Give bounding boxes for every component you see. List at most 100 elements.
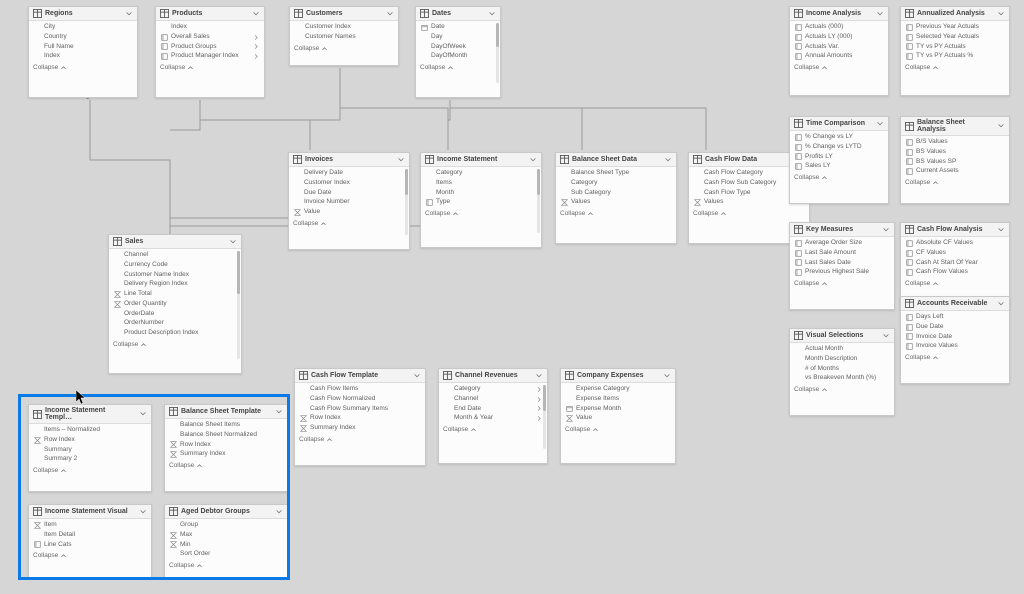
- field-row[interactable]: OrderNumber: [112, 319, 238, 328]
- table-card-income_analysis[interactable]: Income AnalysisActuals (000)Actuals LY (…: [789, 6, 889, 96]
- field-row[interactable]: Balance Sheet Items: [168, 421, 284, 430]
- field-row[interactable]: Last Sales Date: [793, 259, 891, 268]
- field-row[interactable]: Actuals (000): [793, 23, 885, 32]
- field-row[interactable]: Customer Index: [292, 179, 406, 188]
- field-row[interactable]: Product Manager Index: [159, 52, 261, 61]
- field-row[interactable]: Row Index: [32, 436, 148, 445]
- collapse-link[interactable]: Collapse: [790, 278, 894, 290]
- chevron-down-icon[interactable]: [528, 155, 537, 164]
- table-card-accounts_receivable[interactable]: Accounts ReceivableDays LeftDue DateInvo…: [900, 296, 1010, 384]
- table-header[interactable]: Income Statement Templ…: [29, 405, 151, 424]
- table-card-income_statement_visual[interactable]: Income Statement VisualItemItem DetailLi…: [28, 504, 152, 578]
- table-card-balance_sheet_analysis[interactable]: Balance Sheet AnalysisB/S ValuesBS Value…: [900, 116, 1010, 204]
- field-row[interactable]: Country: [32, 33, 134, 42]
- table-header[interactable]: Aged Debtor Groups: [165, 505, 287, 519]
- scrollbar[interactable]: [543, 385, 546, 449]
- collapse-link[interactable]: Collapse: [295, 434, 425, 446]
- collapse-link[interactable]: Collapse: [901, 177, 1009, 189]
- chevron-down-icon[interactable]: [997, 122, 1005, 131]
- field-row[interactable]: Invoice Number: [292, 198, 406, 207]
- chevron-down-icon[interactable]: [534, 371, 543, 380]
- field-row[interactable]: Summary: [32, 446, 148, 455]
- field-row[interactable]: Expense Month: [564, 405, 672, 414]
- field-row[interactable]: Row Index: [298, 414, 422, 423]
- field-row[interactable]: DayOfWeek: [419, 43, 497, 52]
- field-row[interactable]: Profits LY: [793, 153, 885, 162]
- table-card-income_statement[interactable]: Income StatementCategoryItemsMonthTypeCo…: [420, 152, 542, 248]
- collapse-link[interactable]: Collapse: [439, 424, 547, 436]
- table-card-time_comparison[interactable]: Time Comparison% Change vs LY% Change vs…: [789, 116, 889, 204]
- field-row[interactable]: Cash At Start Of Year: [904, 259, 1006, 268]
- table-header[interactable]: Balance Sheet Data: [556, 153, 676, 167]
- table-card-balance_sheet_data[interactable]: Balance Sheet DataBalance Sheet TypeCate…: [555, 152, 677, 244]
- field-row[interactable]: vs Breakeven Month (%): [793, 374, 891, 383]
- chevron-down-icon[interactable]: [996, 299, 1005, 308]
- table-header[interactable]: Annualized Analysis: [901, 7, 1009, 21]
- field-row[interactable]: End Date: [442, 405, 544, 414]
- chevron-down-icon[interactable]: [881, 225, 890, 234]
- collapse-link[interactable]: Collapse: [790, 172, 888, 184]
- collapse-link[interactable]: Collapse: [901, 62, 1009, 74]
- field-row[interactable]: Type: [424, 198, 538, 207]
- table-header[interactable]: Income Statement Visual: [29, 505, 151, 519]
- chevron-right-icon[interactable]: [252, 33, 260, 41]
- field-row[interactable]: # of Months: [793, 365, 891, 374]
- field-row[interactable]: Annual Amounts: [793, 52, 885, 61]
- chevron-down-icon[interactable]: [875, 119, 884, 128]
- field-row[interactable]: Values: [559, 198, 673, 207]
- field-row[interactable]: Last Sale Amount: [793, 249, 891, 258]
- chevron-down-icon[interactable]: [385, 9, 394, 18]
- field-row[interactable]: % Change vs LY: [793, 133, 885, 142]
- field-row[interactable]: Balance Sheet Normalized: [168, 431, 284, 440]
- field-row[interactable]: Sub Category: [559, 189, 673, 198]
- field-row[interactable]: Month: [424, 189, 538, 198]
- field-row[interactable]: Row Index: [168, 441, 284, 450]
- table-card-income_statement_templ[interactable]: Income Statement Templ…Items – Normalize…: [28, 404, 152, 492]
- collapse-link[interactable]: Collapse: [29, 550, 151, 562]
- scrollbar[interactable]: [237, 251, 240, 359]
- table-card-sales[interactable]: SalesChannelCurrency CodeCustomer Name I…: [108, 234, 242, 374]
- field-row[interactable]: Due Date: [904, 323, 1006, 332]
- chevron-down-icon[interactable]: [996, 225, 1005, 234]
- field-row[interactable]: Cash Flow Items: [298, 385, 422, 394]
- chevron-down-icon[interactable]: [663, 155, 672, 164]
- chevron-down-icon[interactable]: [881, 331, 890, 340]
- field-row[interactable]: TY vs PY Actuals: [904, 43, 1006, 52]
- table-card-visual_selections[interactable]: Visual SelectionsActual MonthMonth Descr…: [789, 328, 895, 416]
- field-row[interactable]: Expense Category: [564, 385, 672, 394]
- table-header[interactable]: Balance Sheet Template: [165, 405, 287, 419]
- field-row[interactable]: Month & Year: [442, 414, 544, 423]
- chevron-right-icon[interactable]: [535, 385, 543, 393]
- field-row[interactable]: Expense Items: [564, 395, 672, 404]
- chevron-down-icon[interactable]: [228, 237, 237, 246]
- chevron-right-icon[interactable]: [535, 395, 543, 403]
- table-header[interactable]: Products: [156, 7, 264, 21]
- scrollbar[interactable]: [405, 169, 408, 235]
- field-row[interactable]: Overall Sales: [159, 33, 261, 42]
- table-header[interactable]: Visual Selections: [790, 329, 894, 343]
- scrollbar[interactable]: [537, 169, 540, 233]
- chevron-down-icon[interactable]: [412, 371, 421, 380]
- table-header[interactable]: Regions: [29, 7, 137, 21]
- field-row[interactable]: Items: [424, 179, 538, 188]
- table-card-dates[interactable]: DatesDateDayDayOfWeekDayOfMonthCollapse: [415, 6, 501, 98]
- table-card-cash_flow_template[interactable]: Cash Flow TemplateCash Flow ItemsCash Fl…: [294, 368, 426, 466]
- chevron-down-icon[interactable]: [138, 507, 147, 516]
- field-row[interactable]: Invoice Values: [904, 342, 1006, 351]
- field-row[interactable]: Customer Names: [293, 33, 395, 42]
- table-card-balance_sheet_template[interactable]: Balance Sheet Template Balance Sheet Item…: [164, 404, 288, 492]
- chevron-down-icon[interactable]: [996, 9, 1005, 18]
- collapse-link[interactable]: Collapse: [109, 339, 241, 351]
- table-card-channel_revenues[interactable]: Channel RevenuesCategoryChannelEnd DateM…: [438, 368, 548, 464]
- field-row[interactable]: Actuals LY (000): [793, 33, 885, 42]
- chevron-right-icon[interactable]: [535, 415, 543, 423]
- field-row[interactable]: Current Assets: [904, 167, 1006, 176]
- field-row[interactable]: Category: [424, 169, 538, 178]
- table-header[interactable]: Sales: [109, 235, 241, 249]
- chevron-down-icon[interactable]: [124, 9, 133, 18]
- table-header[interactable]: Company Expenses: [561, 369, 675, 383]
- collapse-link[interactable]: Collapse: [561, 424, 675, 436]
- table-card-products[interactable]: ProductsIndexOverall SalesProduct Groups…: [155, 6, 265, 98]
- field-row[interactable]: Value: [292, 208, 406, 217]
- chevron-down-icon[interactable]: [875, 9, 884, 18]
